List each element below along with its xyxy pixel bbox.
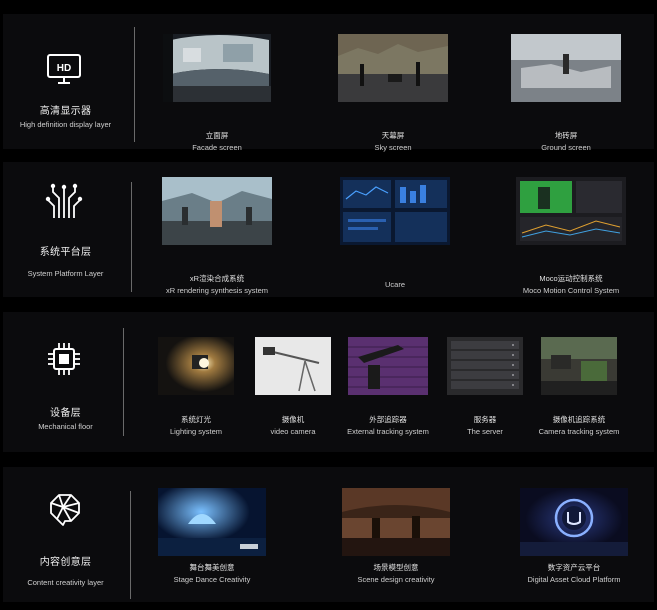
ucare-dashboard-image bbox=[340, 177, 450, 245]
layer-content-creativity: 内容创意层 Content creativity layer 舞台舞美创意 St… bbox=[3, 467, 654, 602]
xr-rendering-image bbox=[162, 177, 272, 245]
layer-title-cn: 内容创意层 bbox=[39, 557, 92, 568]
camera-tracking-image bbox=[541, 337, 617, 395]
layer-label: 内容创意层 Content creativity layer bbox=[3, 467, 128, 602]
layer-title-en: System Platform Layer bbox=[27, 269, 104, 278]
layer-label: HD 高清显示器 High definition display layer bbox=[3, 14, 128, 149]
item-label-en: Sky screen bbox=[374, 143, 412, 152]
layer-system-platform: 系统平台层 System Platform Layer xR渲染合成系统 xR … bbox=[3, 162, 654, 297]
stage-dance-image bbox=[158, 488, 266, 556]
hd-monitor-icon: HD bbox=[45, 52, 83, 90]
item-label-en: Ucare bbox=[384, 280, 405, 289]
scene-design-image bbox=[342, 488, 450, 556]
layer-divider bbox=[123, 328, 124, 436]
sky-screen-image bbox=[338, 34, 448, 102]
digital-asset-image bbox=[520, 488, 628, 556]
item-label-cn: 舞台舞美创意 bbox=[189, 563, 235, 572]
item-label-en: Ground screen bbox=[541, 143, 591, 152]
item-label-cn: 数字资产云平台 bbox=[547, 563, 601, 572]
item-label-cn: 摄像机追踪系统 bbox=[552, 415, 606, 424]
item-label-cn: 立面屏 bbox=[205, 131, 229, 140]
item-label-en: xR rendering synthesis system bbox=[165, 286, 269, 295]
cpu-chip-icon bbox=[45, 340, 83, 378]
item-label-en: Facade screen bbox=[192, 143, 242, 152]
ground-screen-image bbox=[511, 34, 621, 102]
moco-motion-image bbox=[516, 177, 626, 245]
item-label-en: Stage Dance Creativity bbox=[173, 575, 251, 584]
item-label-en: Moco Motion Control System bbox=[522, 286, 620, 295]
layer-label: 设备层 Mechanical floor bbox=[3, 312, 128, 452]
video-camera-image bbox=[255, 337, 331, 395]
lighting-system-image bbox=[158, 337, 234, 395]
svg-text:HD: HD bbox=[57, 63, 71, 74]
layer-display: HD 高清显示器 High definition display layer 立… bbox=[3, 14, 654, 152]
server-image bbox=[447, 337, 523, 395]
geometric-brain-icon bbox=[45, 491, 83, 529]
layer-title-cn: 系统平台层 bbox=[39, 247, 92, 258]
item-label-en: Digital Asset Cloud Platform bbox=[527, 575, 621, 584]
layer-label: 系统平台层 System Platform Layer bbox=[3, 162, 128, 297]
facade-screen-image bbox=[163, 34, 271, 102]
item-label-cn: Moco运动控制系统 bbox=[539, 274, 603, 283]
layer-title-en: High definition display layer bbox=[19, 120, 112, 129]
external-tracking-image bbox=[348, 337, 428, 395]
layer-title-en: Content creativity layer bbox=[27, 578, 104, 587]
circuit-network-icon bbox=[45, 182, 83, 220]
item-label-en: Camera tracking system bbox=[538, 427, 620, 436]
layer-title-cn: 设备层 bbox=[50, 408, 81, 419]
layer-title-en: Mechanical floor bbox=[38, 422, 93, 431]
layer-mechanical: 设备层 Mechanical floor 系统灯光 Lighting syste… bbox=[3, 312, 654, 452]
item-label-cn: 天幕屏 bbox=[381, 131, 405, 140]
item-label-cn: 场景模型创意 bbox=[373, 563, 419, 572]
layer-title-cn: 高清显示器 bbox=[39, 106, 92, 117]
item-label-cn: xR渲染合成系统 bbox=[189, 274, 245, 283]
layer-divider bbox=[134, 27, 135, 142]
item-label-en: Scene design creativity bbox=[357, 575, 435, 584]
item-label-cn: 地砖屏 bbox=[554, 131, 578, 140]
